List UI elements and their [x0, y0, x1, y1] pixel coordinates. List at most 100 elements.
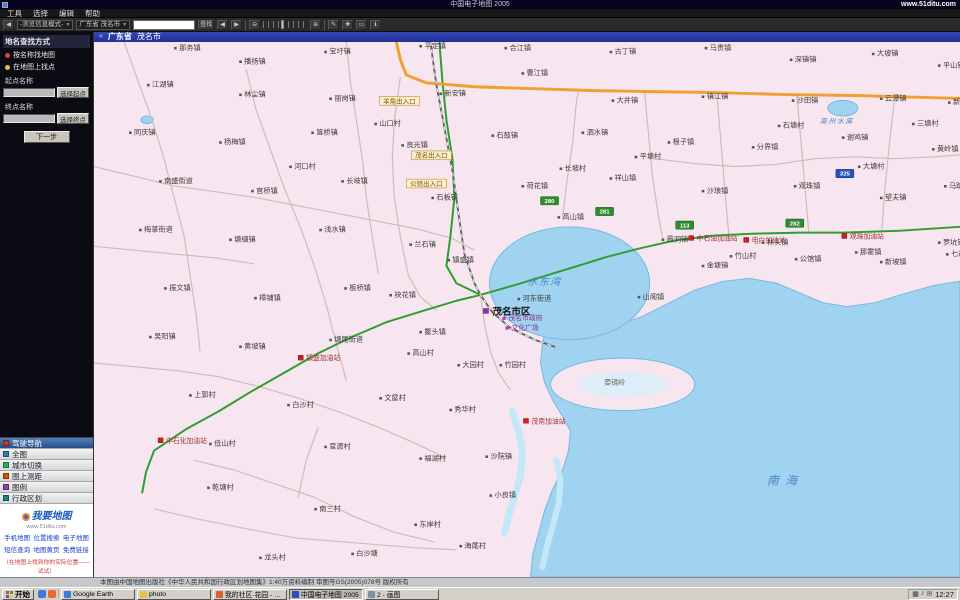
start-name-input[interactable] — [3, 88, 55, 97]
svg-text:长坡村: 长坡村 — [565, 164, 587, 173]
taskbar-task-3[interactable]: 中国电子地图 2005 — [289, 589, 363, 600]
sidebar-item-1[interactable]: 全图 — [0, 449, 93, 460]
sidebar-link-2[interactable]: 电子地图 — [62, 532, 90, 542]
sidebar-item-icon — [3, 495, 9, 501]
sidebar-item-5[interactable]: 行政区划 — [0, 493, 93, 504]
find-button[interactable]: 查找 — [198, 20, 214, 30]
map-label-t: 沙院镇 — [485, 451, 512, 460]
map-label-t: 石板镇 — [431, 193, 458, 202]
map-label-t: 三塘村 — [912, 119, 939, 128]
svg-text:林尘镇: 林尘镇 — [244, 90, 266, 99]
radio-option-by-name[interactable]: 按名称找地图 — [5, 50, 90, 60]
choose-start-button[interactable]: 选择起点 — [57, 87, 89, 98]
region-dropdown[interactable]: 广东省 茂名市 ▼ — [76, 20, 130, 30]
select-area-tool-button[interactable]: ▭ — [356, 20, 367, 30]
map-label-e: 羊角出入口 — [379, 96, 419, 105]
map-label-e: 茂名出入口 — [411, 151, 451, 160]
chevron-down-icon: ▼ — [122, 21, 127, 29]
map[interactable]: 那务镇播扬镇宝圩镇平定镇合江镇古丁镇马贵镇深镇镇大坡镇平山镇江湖镇林尘镇丽岗镇新… — [94, 42, 960, 577]
draw-tool-button[interactable]: ✎ — [328, 20, 339, 30]
sidebar-link-4[interactable]: 地图黄页 — [32, 544, 60, 554]
sidebar-item-4[interactable]: 图例 — [0, 482, 93, 493]
map-canvas[interactable]: 那务镇播扬镇宝圩镇平定镇合江镇古丁镇马贵镇深镇镇大坡镇平山镇江湖镇林尘镇丽岗镇新… — [94, 42, 960, 577]
svg-text:河东街道: 河东街道 — [522, 294, 551, 303]
sidebar-link-1[interactable]: 位置搜索 — [32, 532, 60, 542]
map-label-t: 云潭镇 — [880, 93, 907, 102]
svg-text:上郭村: 上郭村 — [194, 390, 216, 399]
map-label-t: 官渡村 — [324, 442, 351, 451]
map-label-w: 高州水库 — [820, 118, 854, 126]
task-label: 中国电子地图 2005 — [301, 589, 359, 599]
sidebar-item-3[interactable]: 图上测距 — [0, 471, 93, 482]
svg-text:新坡镇: 新坡镇 — [885, 257, 907, 266]
quicklaunch-icon[interactable] — [48, 590, 56, 598]
svg-text:马踏镇: 马踏镇 — [949, 181, 960, 190]
search-input[interactable] — [133, 20, 195, 30]
mode-dropdown[interactable]: -浏览信息模式- ▼ — [17, 20, 73, 30]
svg-text:霞洞镇: 霞洞镇 — [667, 235, 689, 244]
map-label-t: 梅菉街道 — [139, 225, 173, 234]
radio-option-on-map[interactable]: 在地图上找点 — [5, 62, 90, 72]
task-icon — [292, 591, 299, 598]
svg-text:泗水镇: 泗水镇 — [587, 128, 609, 137]
sidebar-item-2[interactable]: 城市切换 — [0, 460, 93, 471]
tray-icon[interactable]: ✉ — [926, 590, 932, 598]
map-label-t: 高山村 — [407, 348, 434, 357]
zoom-in-button[interactable]: ⊕ — [310, 20, 321, 30]
zoom-slider-thumb[interactable] — [281, 20, 284, 29]
quicklaunch-icon[interactable] — [38, 590, 46, 598]
sidebar-link-5[interactable]: 免费链接 — [62, 544, 90, 554]
choose-end-button[interactable]: 选择终点 — [57, 113, 89, 124]
copyright-text: 本图由中国地图出版社《中华人民共和国行政区划地图集》1:40万资料编制 审图号G… — [100, 579, 409, 586]
map-label-t: 良光镇 — [401, 140, 428, 149]
add-tool-button[interactable]: ✚ — [342, 20, 353, 30]
pan-left-button[interactable]: ◀ — [217, 20, 228, 30]
sidebar-link-3[interactable]: 短信查询 — [3, 544, 31, 554]
menu-tools[interactable]: 工具 — [7, 9, 22, 17]
taskbar-task-0[interactable]: Google Earth — [61, 589, 135, 600]
sidebar-link-0[interactable]: 手机地图 — [3, 532, 31, 542]
menu-edit[interactable]: 编辑 — [59, 9, 74, 17]
river-channel — [504, 412, 522, 534]
svg-text:高山村: 高山村 — [412, 348, 434, 357]
map-label-t: 上郭村 — [189, 390, 216, 399]
menu-bar: 工具 选择 编辑 帮助 — [0, 9, 960, 18]
map-label-g: 电白加油站 — [744, 235, 786, 244]
info-tool-button[interactable]: ℹ — [370, 20, 381, 30]
collapse-icon[interactable]: « — [99, 32, 103, 42]
svg-text:塘尾街道: 塘尾街道 — [334, 335, 363, 344]
logo-icon — [22, 513, 30, 521]
svg-text:樟铺镇: 樟铺镇 — [259, 293, 281, 302]
sidebar-item-0[interactable]: 驾驶导航 — [0, 438, 93, 449]
map-label-t: 河东街道 — [517, 294, 551, 303]
chevron-down-icon: ▼ — [65, 21, 70, 29]
map-header-city[interactable]: 茂名市 — [137, 32, 161, 42]
svg-text:乾塘村: 乾塘村 — [212, 483, 234, 492]
start-button[interactable]: 开始 — [2, 589, 34, 600]
map-label-t: 观珠镇 — [794, 181, 821, 190]
taskbar-task-2[interactable]: 我的社区·花园 - Mozill... — [213, 589, 287, 600]
menu-select[interactable]: 选择 — [33, 9, 48, 17]
next-step-button[interactable]: 下一步 — [24, 131, 70, 143]
menu-help[interactable]: 帮助 — [85, 9, 100, 17]
map-label-t: 谢鸡镇 — [842, 132, 869, 141]
zoom-out-button[interactable]: ⊖ — [249, 20, 260, 30]
tray-icon[interactable]: ▦ — [912, 590, 919, 598]
map-label-t: 高山镇 — [558, 212, 585, 221]
zoom-slider[interactable] — [263, 21, 307, 28]
sidebar-spacer — [0, 147, 93, 437]
svg-text:古丁镇: 古丁镇 — [615, 47, 637, 56]
taskbar-task-4[interactable]: 2 - 画图 — [365, 589, 439, 600]
back-button[interactable]: ◀ — [3, 20, 14, 30]
svg-text:文化广场: 文化广场 — [511, 323, 538, 332]
svg-text:播扬镇: 播扬镇 — [244, 57, 266, 66]
task-label: photo — [149, 591, 166, 598]
pan-right-button[interactable]: ▶ — [231, 20, 242, 30]
taskbar-task-1[interactable]: photo — [137, 589, 211, 600]
logo[interactable]: 我要地图 www.51ditu.com — [0, 504, 93, 531]
task-label: 我的社区·花园 - Mozill... — [225, 589, 284, 599]
tray-icon[interactable]: ♪ — [921, 590, 925, 598]
task-buttons: Google Earth photo 我的社区·花园 - Mozill... 中国电子… — [61, 589, 906, 600]
end-name-input[interactable] — [3, 114, 55, 123]
sidebar-links: 手机地图位置搜索电子地图短信查询地图黄页免费链接 — [0, 531, 93, 556]
